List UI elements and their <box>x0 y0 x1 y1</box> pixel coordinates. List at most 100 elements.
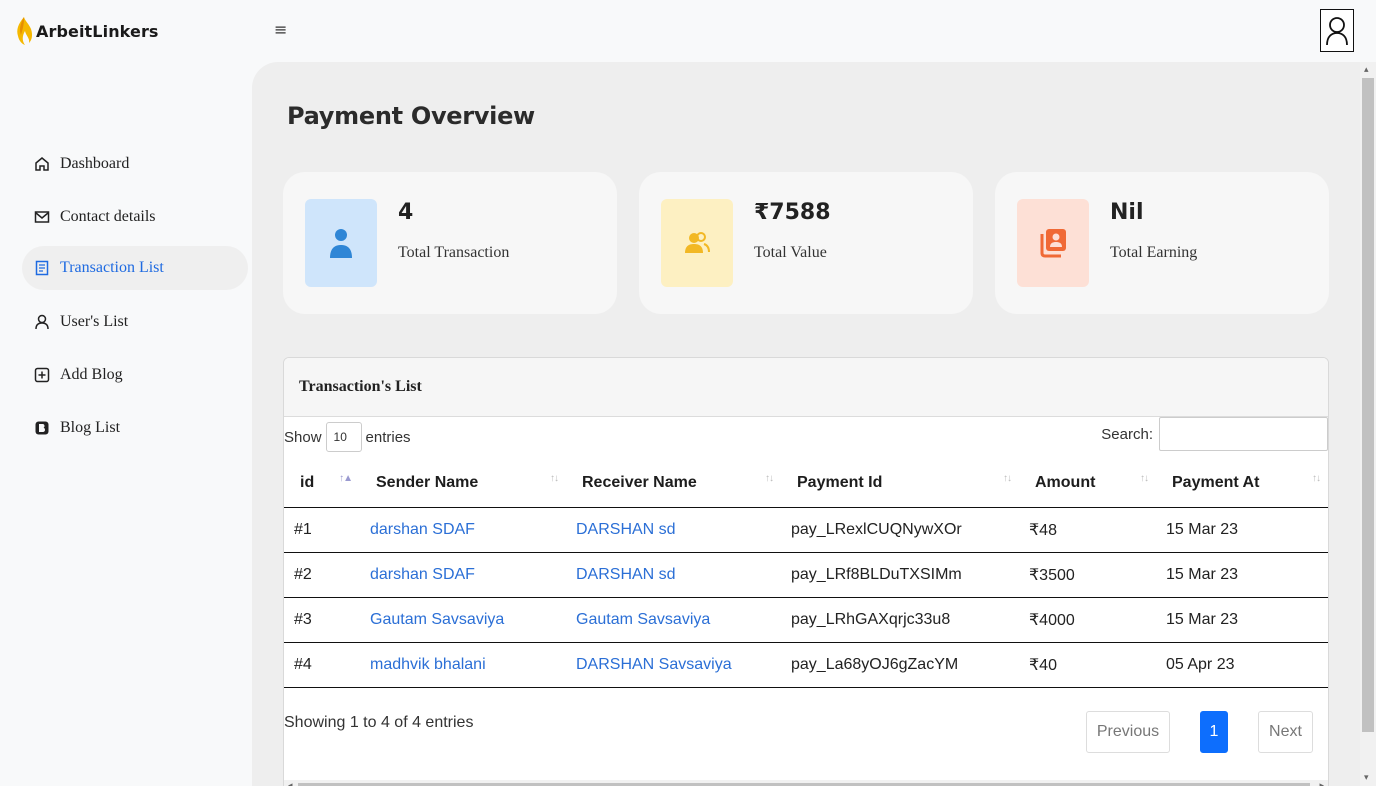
profile-avatar[interactable] <box>1320 9 1354 52</box>
plus-square-icon <box>34 367 50 383</box>
cell-amount: ₹3500 <box>1019 552 1156 598</box>
users-icon <box>661 199 733 287</box>
sort-icon: ↑↓ <box>1312 473 1321 484</box>
column-header-amount[interactable]: Amount ↑↓ <box>1019 459 1156 508</box>
menu-toggle-icon[interactable]: ≡ <box>274 20 287 39</box>
blog-icon <box>34 420 50 436</box>
stat-label: Total Earning <box>1110 244 1198 261</box>
search-label: Search: <box>1101 425 1153 443</box>
stat-value: Nil <box>1110 200 1144 225</box>
table-header-row: id ↑▲ Sender Name ↑↓ Receiver Name ↑↓ Payme… <box>284 459 1328 508</box>
cell-id: #4 <box>284 642 360 688</box>
previous-page-button[interactable]: Previous <box>1086 710 1170 753</box>
scroll-up-icon[interactable]: ▴ <box>1364 65 1369 75</box>
sort-asc-icon: ↑▲ <box>339 473 353 484</box>
cell-amount: ₹4000 <box>1019 597 1156 643</box>
column-header-id[interactable]: id ↑▲ <box>284 459 360 508</box>
app-logo[interactable]: ArbeitLinkers <box>14 16 159 46</box>
table-row: #1 darshan SDAF DARSHAN sd pay_LRexlCUQN… <box>284 507 1328 553</box>
sidebar-item-transaction-list[interactable]: Transaction List <box>22 246 248 290</box>
transactions-table: id ↑▲ Sender Name ↑↓ Receiver Name ↑↓ Payme… <box>284 459 1328 688</box>
sort-icon: ↑↓ <box>550 473 559 484</box>
sidebar-item-label: Dashboard <box>60 155 130 172</box>
table-info: Showing 1 to 4 of 4 entries <box>284 713 474 731</box>
cell-sender-link[interactable]: Gautam Savsaviya <box>360 597 566 643</box>
cell-receiver-link[interactable]: DARSHAN Savsaviya <box>566 642 781 688</box>
cell-receiver-link[interactable]: DARSHAN sd <box>566 507 781 553</box>
cell-payment-at: 15 Mar 23 <box>1156 552 1328 598</box>
stat-label: Total Value <box>754 244 827 261</box>
table-footer: Showing 1 to 4 of 4 entries Previous 1 N… <box>284 688 1328 766</box>
entries-label: entries <box>365 428 411 446</box>
vertical-scroll-thumb[interactable] <box>1362 78 1374 732</box>
cell-receiver-link[interactable]: Gautam Savsaviya <box>566 597 781 643</box>
cell-payment-at: 15 Mar 23 <box>1156 597 1328 643</box>
cell-payment-id: pay_La68yOJ6gZacYM <box>781 642 1019 688</box>
cell-payment-at: 15 Mar 23 <box>1156 507 1328 553</box>
pagination: Previous 1 Next <box>1086 710 1313 753</box>
horizontal-scrollbar[interactable]: ◂ ▸ <box>284 780 1328 786</box>
column-header-payment-at[interactable]: Payment At ↑↓ <box>1156 459 1328 508</box>
document-icon <box>34 260 50 276</box>
cell-payment-id: pay_LRexlCUQNywXOr <box>781 507 1019 553</box>
user-icon <box>34 314 50 330</box>
top-bar: ArbeitLinkers ≡ <box>0 0 1376 62</box>
sort-icon: ↑↓ <box>1003 473 1012 484</box>
sort-icon: ↑↓ <box>765 473 774 484</box>
search-control: Search: <box>1101 417 1328 451</box>
entries-length-control: Show 10 entries <box>284 422 411 452</box>
cell-payment-at: 05 Apr 23 <box>1156 642 1328 688</box>
sidebar-item-label: Contact details <box>60 208 156 225</box>
user-icon <box>305 199 377 287</box>
main-content: Payment Overview 4 Total Transaction ₹75… <box>252 62 1360 786</box>
table-controls: Show 10 entries Search: <box>284 417 1328 459</box>
sort-icon: ↑↓ <box>1140 473 1149 484</box>
mail-icon <box>34 209 50 225</box>
cell-sender-link[interactable]: darshan SDAF <box>360 552 566 598</box>
cell-amount: ₹40 <box>1019 642 1156 688</box>
sidebar-item-blog-list[interactable]: Blog List <box>22 406 248 450</box>
flame-logo-icon <box>17 17 33 45</box>
cell-amount: ₹48 <box>1019 507 1156 553</box>
sidebar-item-label: Transaction List <box>60 259 164 276</box>
user-icon <box>1326 16 1348 45</box>
cell-payment-id: pay_LRhGAXqrjc33u8 <box>781 597 1019 643</box>
page-title: Payment Overview <box>287 102 535 130</box>
cell-id: #2 <box>284 552 360 598</box>
column-header-sender-name[interactable]: Sender Name ↑↓ <box>360 459 566 508</box>
page-1-button[interactable]: 1 <box>1200 710 1228 753</box>
sidebar-item-label: Blog List <box>60 419 121 436</box>
sidebar-item-contact-details[interactable]: Contact details <box>22 195 248 239</box>
table-row: #3 Gautam Savsaviya Gautam Savsaviya pay… <box>284 597 1328 643</box>
home-icon <box>34 156 50 172</box>
next-page-button[interactable]: Next <box>1258 710 1313 753</box>
cell-receiver-link[interactable]: DARSHAN sd <box>566 552 781 598</box>
panel-title: Transaction's List <box>284 358 1328 417</box>
column-header-receiver-name[interactable]: Receiver Name ↑↓ <box>566 459 781 508</box>
cell-id: #1 <box>284 507 360 553</box>
search-input[interactable] <box>1159 417 1328 451</box>
scroll-left-icon[interactable]: ◂ <box>288 781 293 786</box>
sidebar-item-dashboard[interactable]: Dashboard <box>22 142 248 186</box>
stat-card-total-value: ₹7588 Total Value <box>639 172 973 314</box>
table-row: #4 madhvik bhalani DARSHAN Savsaviya pay… <box>284 642 1328 688</box>
sidebar-item-add-blog[interactable]: Add Blog <box>22 353 248 397</box>
scroll-down-icon[interactable]: ▾ <box>1364 773 1369 783</box>
show-label: Show <box>284 428 322 446</box>
cell-sender-link[interactable]: darshan SDAF <box>360 507 566 553</box>
vertical-scrollbar[interactable]: ▴ ▾ <box>1360 62 1376 786</box>
cell-sender-link[interactable]: madhvik bhalani <box>360 642 566 688</box>
cell-payment-id: pay_LRf8BLDuTXSIMm <box>781 552 1019 598</box>
sidebar-item-label: User's List <box>60 313 129 330</box>
table-row: #2 darshan SDAF DARSHAN sd pay_LRf8BLDuT… <box>284 552 1328 598</box>
sidebar-item-label: Add Blog <box>60 366 123 383</box>
transactions-panel: Transaction's List Show 10 entries Searc… <box>283 357 1329 786</box>
column-header-payment-id[interactable]: Payment Id ↑↓ <box>781 459 1019 508</box>
entries-select[interactable]: 10 <box>325 422 362 452</box>
stat-label: Total Transaction <box>398 244 510 261</box>
sidebar-item-users-list[interactable]: User's List <box>22 300 248 344</box>
stat-card-total-transaction: 4 Total Transaction <box>283 172 617 314</box>
cell-id: #3 <box>284 597 360 643</box>
scroll-right-icon[interactable]: ▸ <box>1319 781 1324 786</box>
stat-card-total-earning: Nil Total Earning <box>995 172 1329 314</box>
